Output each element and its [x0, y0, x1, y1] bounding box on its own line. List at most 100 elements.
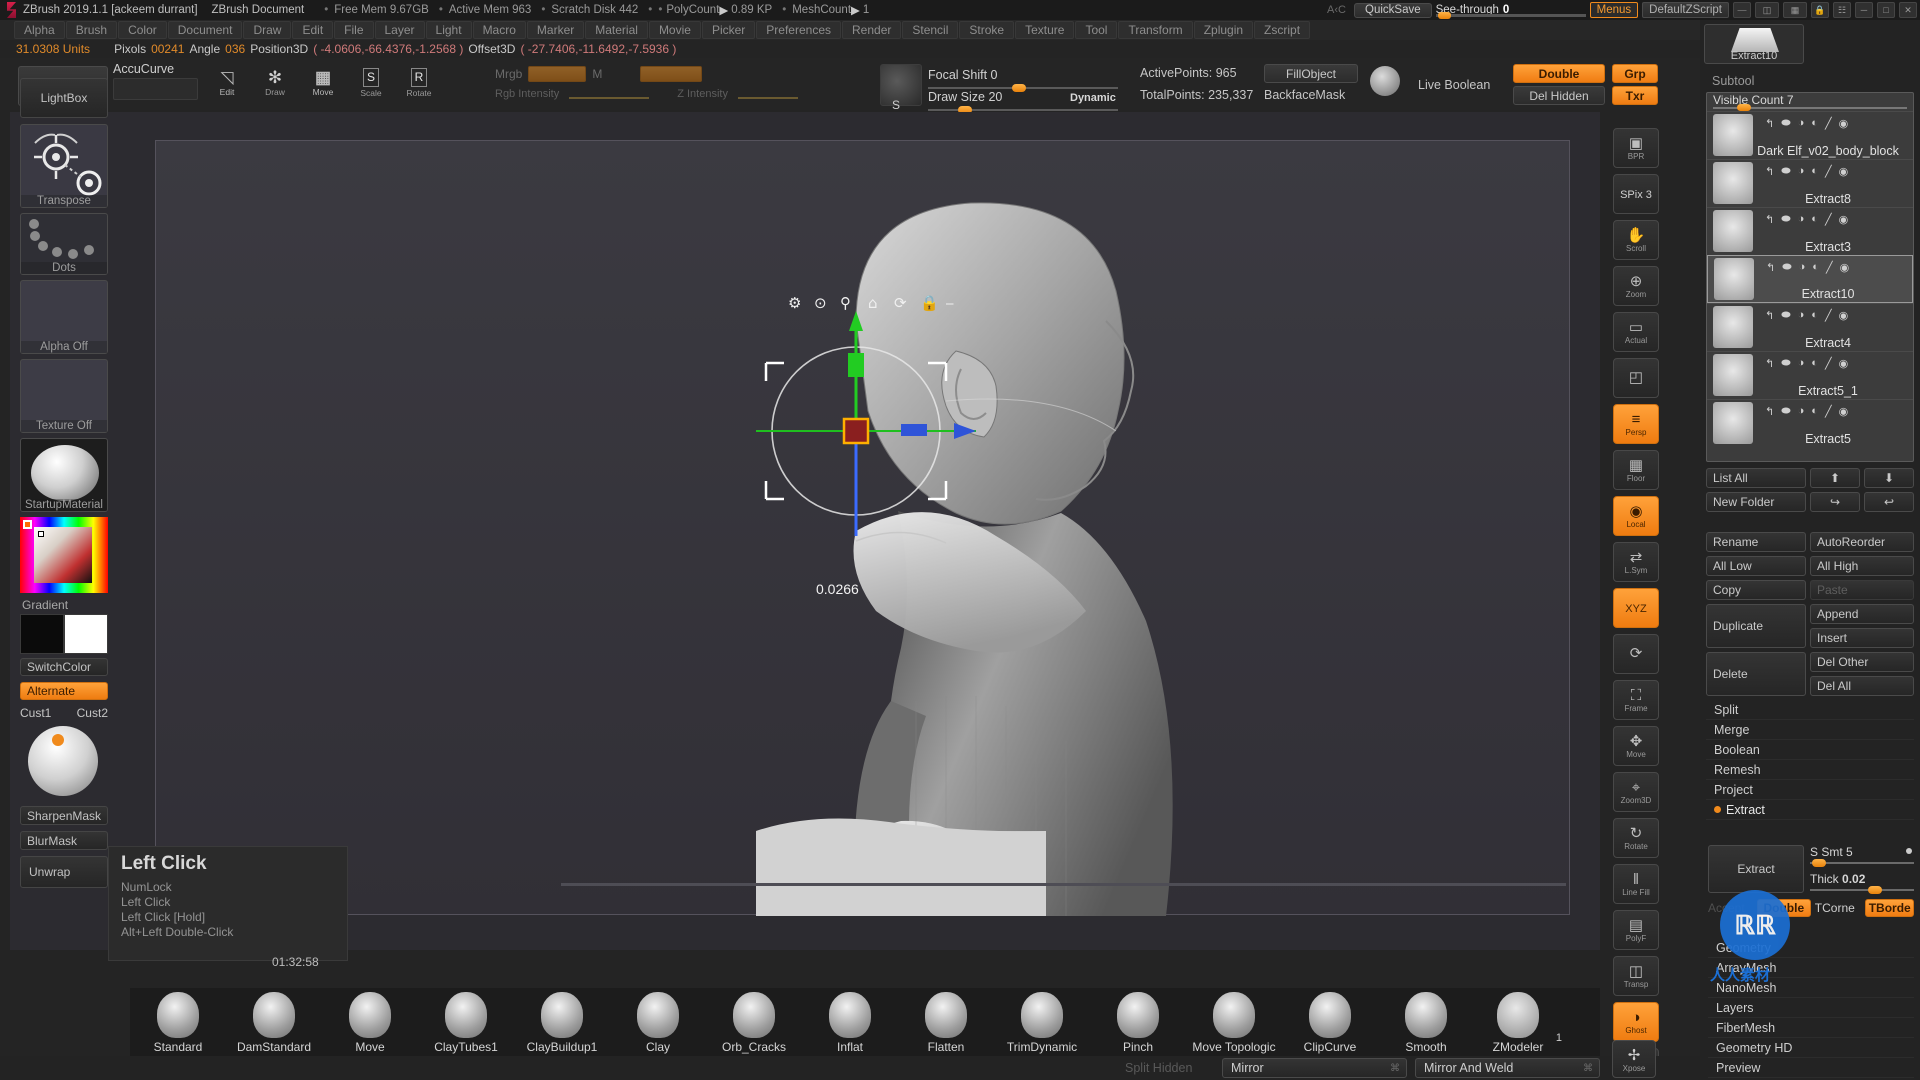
brush-icon[interactable]: ╱ — [1825, 309, 1832, 322]
eye-icon[interactable]: ◉ — [1839, 405, 1849, 418]
rgb-slot[interactable] — [528, 66, 587, 82]
menu-item-light[interactable]: Light — [425, 21, 472, 39]
arrow-icon[interactable]: ↰ — [1765, 165, 1774, 178]
split-section[interactable]: Split — [1706, 700, 1914, 720]
menu-item-stroke[interactable]: Stroke — [959, 21, 1015, 39]
draw-size-track[interactable] — [928, 106, 1118, 114]
polypaint-icon[interactable]: ◐ — [1812, 261, 1819, 273]
new-folder-button[interactable]: New Folder — [1706, 492, 1806, 512]
eye-icon[interactable]: ◉ — [1839, 165, 1849, 178]
blur-mask-button[interactable]: BlurMask — [20, 831, 108, 850]
floor-shelf-button[interactable]: ▦ Floor — [1613, 450, 1659, 490]
brush-clipcurve[interactable]: ClipCurve — [1282, 992, 1378, 1054]
zadd-slot[interactable] — [640, 66, 703, 82]
rename-button[interactable]: Rename — [1706, 532, 1806, 552]
brush-icon[interactable]: ╱ — [1826, 261, 1833, 274]
quicksave-button[interactable]: QuickSave — [1354, 2, 1432, 18]
brush-inflat[interactable]: Inflat — [802, 992, 898, 1054]
brush-move[interactable]: Move — [322, 992, 418, 1054]
menu-item-transform[interactable]: Transform — [1118, 21, 1193, 39]
scroll-shelf-button[interactable]: ✋ Scroll — [1613, 220, 1659, 260]
secondary-color-swatch[interactable] — [64, 614, 108, 654]
actual-shelf-button[interactable]: ▭ Actual — [1613, 312, 1659, 352]
subtool-row[interactable]: ↰ ⬬ ◑ ◐ ╱ ◉ Dark Elf_v02_body_block — [1707, 111, 1913, 159]
frame-shelf-button[interactable]: ⛶ Frame — [1613, 680, 1659, 720]
s-smt-track[interactable] — [1810, 859, 1914, 867]
menu-item-tool[interactable]: Tool — [1075, 21, 1118, 39]
geometry-hd-section[interactable]: Geometry HD — [1708, 1038, 1914, 1058]
alpha-thumbnail[interactable]: Alpha Off — [20, 280, 108, 354]
layers-section[interactable]: Layers — [1708, 998, 1914, 1018]
arrow-icon[interactable]: ↰ — [1766, 261, 1775, 274]
brush-standard[interactable]: Standard — [130, 992, 226, 1054]
panels-icon[interactable]: ▦ — [1783, 2, 1807, 18]
edit-mode-button[interactable]: ◹ Edit — [208, 64, 246, 102]
smooth-icon[interactable]: ◑ — [1798, 117, 1805, 129]
all-low-button[interactable]: All Low — [1706, 556, 1806, 576]
eye-icon[interactable]: ◉ — [1839, 213, 1849, 226]
smooth-icon[interactable]: ◑ — [1799, 261, 1806, 273]
paint-icon[interactable]: ⬬ — [1782, 261, 1791, 274]
menu-item-color[interactable]: Color — [118, 21, 167, 39]
paint-icon[interactable]: ⬬ — [1781, 357, 1790, 370]
current-tool-thumbnail[interactable]: Extract10 — [1704, 24, 1804, 64]
copy-button[interactable]: Copy — [1706, 580, 1806, 600]
menu-item-macro[interactable]: Macro — [472, 21, 526, 39]
brush-icon[interactable]: ╱ — [1825, 165, 1832, 178]
folder-out-button[interactable]: ↩ — [1864, 492, 1914, 512]
extract-button[interactable]: Extract — [1708, 845, 1804, 893]
z-intensity-track[interactable] — [737, 97, 798, 99]
smooth-icon[interactable]: ◑ — [1798, 165, 1805, 177]
subtool-row[interactable]: ↰ ⬬ ◑ ◐ ╱ ◉ Extract3 — [1707, 207, 1913, 255]
spix-shelf-button[interactable]: SPix 3 — [1613, 174, 1659, 214]
smooth-icon[interactable]: ◑ — [1798, 213, 1805, 225]
subtool-row[interactable]: ↰ ⬬ ◑ ◐ ╱ ◉ Extract8 — [1707, 159, 1913, 207]
brush-preview-thumbnail[interactable] — [880, 64, 922, 106]
color-picker[interactable] — [20, 517, 108, 593]
menu-item-picker[interactable]: Picker — [701, 21, 756, 39]
extract-section[interactable]: Extract — [1706, 800, 1914, 820]
arrow-icon[interactable]: ↰ — [1765, 117, 1774, 130]
brush-move-topologic[interactable]: Move Topologic — [1186, 992, 1282, 1054]
primary-color-swatch[interactable] — [20, 614, 64, 654]
menu-item-document[interactable]: Document — [167, 21, 243, 39]
fill-object-button[interactable]: FillObject — [1264, 64, 1358, 83]
menu-item-material[interactable]: Material — [585, 21, 648, 39]
lsym-shelf-button[interactable]: ⇄ L.Sym — [1613, 542, 1659, 582]
live-boolean-sphere-icon[interactable] — [1370, 66, 1400, 96]
mirror-button[interactable]: Mirror ⌘ — [1222, 1058, 1407, 1078]
s-smt-knob[interactable] — [1812, 859, 1826, 867]
menu-item-texture[interactable]: Texture — [1015, 21, 1075, 39]
visible-count-knob[interactable] — [1737, 104, 1751, 111]
s-smt-slider[interactable]: S Smt 5 — [1810, 845, 1914, 867]
transp-shelf-button[interactable]: ◫ Transp — [1613, 956, 1659, 996]
merge-section[interactable]: Merge — [1706, 720, 1914, 740]
menu-item-brush[interactable]: Brush — [65, 21, 118, 39]
meshcount-expand-icon[interactable]: ▶ — [851, 3, 860, 17]
polyf-shelf-button[interactable]: ▤ PolyF — [1613, 910, 1659, 950]
txr-toggle[interactable]: Txr — [1612, 86, 1658, 105]
paint-icon[interactable]: ⬬ — [1781, 165, 1790, 178]
brush-pinch[interactable]: Pinch — [1090, 992, 1186, 1054]
thick-track[interactable] — [1810, 886, 1914, 894]
paint-icon[interactable]: ⬬ — [1781, 213, 1790, 226]
polypaint-icon[interactable]: ◐ — [1811, 213, 1818, 225]
visible-count-slider[interactable]: Visible Count 7 — [1707, 93, 1913, 111]
menu-item-movie[interactable]: Movie — [648, 21, 701, 39]
bpr-shelf-button[interactable]: ▣ BPR — [1613, 128, 1659, 168]
subtool-row[interactable]: ↰ ⬬ ◑ ◐ ╱ ◉ Extract5_1 — [1707, 351, 1913, 399]
del-hidden-button[interactable]: Del Hidden — [1513, 86, 1605, 105]
keyboard-icon[interactable]: ⎯⎯ — [1733, 2, 1751, 18]
arrow-icon[interactable]: ↰ — [1765, 213, 1774, 226]
default-zscript-button[interactable]: DefaultZScript — [1642, 2, 1729, 18]
see-through-slider[interactable]: See-through 0 — [1435, 4, 1586, 19]
draw-mode-button[interactable]: ✻ Draw — [256, 64, 294, 102]
polypaint-icon[interactable]: ◐ — [1811, 357, 1818, 369]
mrgb-label[interactable]: Mrgb — [495, 67, 522, 81]
eye-icon[interactable]: ◉ — [1839, 309, 1849, 322]
cust1-button[interactable]: Cust1 — [20, 706, 51, 720]
switch-color-button[interactable]: SwitchColor — [20, 658, 108, 676]
mask-sphere-preview[interactable] — [20, 724, 108, 800]
tborder-toggle[interactable]: TBorde — [1865, 899, 1915, 917]
move-up-button[interactable]: ⬆ — [1810, 468, 1860, 488]
